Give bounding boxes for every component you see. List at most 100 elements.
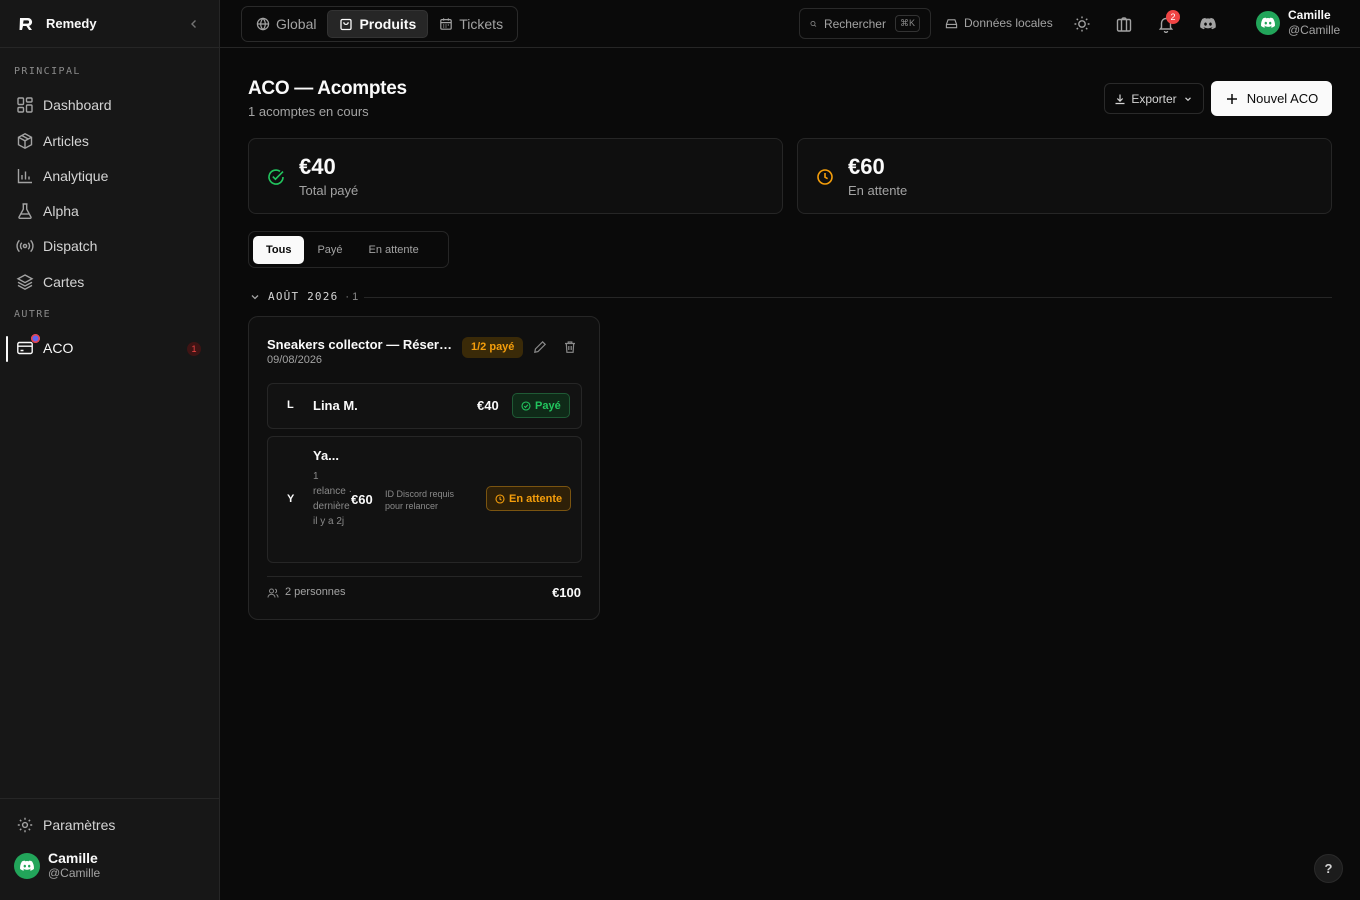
search-icon xyxy=(810,20,817,27)
search-button[interactable]: Rechercher ⌘K xyxy=(799,8,931,39)
sidebar-item-cartes[interactable]: Cartes xyxy=(8,266,211,298)
calendar-icon xyxy=(440,18,453,30)
discord-icon[interactable] xyxy=(1199,15,1217,33)
sidebar-item-parametres[interactable]: Paramètres xyxy=(8,809,211,841)
filter-paye[interactable]: Payé xyxy=(304,236,355,264)
clock-icon xyxy=(495,493,505,504)
tab-produits[interactable]: Produits xyxy=(327,10,429,38)
layers-icon xyxy=(16,274,34,290)
stat-value: €40 xyxy=(299,154,336,179)
tab-label: Global xyxy=(276,16,317,32)
section-label-principal: PRINCIPAL xyxy=(14,66,81,77)
local-data-label: Données locales xyxy=(964,16,1053,30)
tab-global[interactable]: Global xyxy=(245,10,327,38)
top-user-menu[interactable]: Camille @Camille xyxy=(1256,8,1340,38)
status-label: En attente xyxy=(509,492,563,505)
new-aco-button[interactable]: Nouvel ACO xyxy=(1211,81,1332,116)
aco-card[interactable]: Sneakers collector — Réservation 09/08/2… xyxy=(248,316,600,620)
payment-progress-badge: 1/2 payé xyxy=(462,337,524,358)
tab-tickets[interactable]: Tickets xyxy=(428,10,514,38)
export-label: Exporter xyxy=(1131,91,1177,106)
card-divider xyxy=(267,576,582,577)
people-count: 2 personnes xyxy=(285,586,346,598)
aco-total: €100 xyxy=(552,585,581,600)
person-initial: L xyxy=(287,399,294,411)
section-label-autre: AUTRE xyxy=(14,309,52,320)
sidebar-item-label: Paramètres xyxy=(43,817,116,833)
gear-icon xyxy=(17,817,33,833)
reminder-info: 1 relance · dernière il y a 2j xyxy=(313,471,352,527)
brand-header: Remedy xyxy=(0,0,219,48)
person-amount: €40 xyxy=(477,398,499,413)
chevron-down-icon xyxy=(251,294,259,299)
sidebar-item-label: ACO xyxy=(43,340,74,356)
sun-icon[interactable] xyxy=(1073,15,1091,33)
help-button[interactable]: ? xyxy=(1314,854,1343,883)
pencil-icon[interactable] xyxy=(533,340,547,354)
broadcast-icon xyxy=(16,239,34,253)
status-label: Payé xyxy=(535,399,561,412)
trash-icon[interactable] xyxy=(563,340,577,354)
user-name: Camille xyxy=(1288,8,1331,22)
users-icon xyxy=(267,588,279,598)
top-bar: Global Produits Tickets Rechercher ⌘K Do… xyxy=(220,0,1360,48)
group-header[interactable]: AOÛT 2026 · 1 xyxy=(249,290,358,303)
sidebar-item-dashboard[interactable]: Dashboard xyxy=(8,89,211,121)
sidebar-item-label: Analytique xyxy=(43,168,109,184)
discord-required-note: ID Discord requis pour relancer xyxy=(385,489,455,511)
sidebar-item-alpha[interactable]: Alpha xyxy=(8,195,211,227)
sidebar: Remedy PRINCIPAL Dashboard Articles Anal… xyxy=(0,0,220,900)
shopping-bag-icon xyxy=(340,18,353,31)
sidebar-item-label: Alpha xyxy=(43,203,79,219)
gift-icon[interactable] xyxy=(1115,15,1133,33)
sidebar-item-dispatch[interactable]: Dispatch xyxy=(8,230,211,262)
page-title: ACO — Acomptes xyxy=(248,78,407,99)
aco-date: 09/08/2026 xyxy=(267,354,323,366)
group-count: · 1 xyxy=(345,290,359,303)
user-handle: @Camille xyxy=(1288,23,1341,37)
stat-label: En attente xyxy=(848,183,908,198)
user-handle: @Camille xyxy=(48,866,101,880)
search-label: Rechercher xyxy=(823,16,886,31)
collapse-sidebar-icon[interactable] xyxy=(187,17,201,31)
aco-title: Sneakers collector — Réservation xyxy=(267,337,453,352)
stat-value: €60 xyxy=(848,154,885,179)
person-row[interactable]: Y Ya... 1 relance · dernière il y a 2j €… xyxy=(267,436,582,563)
clock-icon xyxy=(817,169,833,185)
filter-en-attente[interactable]: En attente xyxy=(356,236,432,264)
discord-icon xyxy=(1261,17,1275,28)
filter-tous[interactable]: Tous xyxy=(253,236,305,264)
export-button[interactable]: Exporter xyxy=(1104,83,1204,114)
check-circle-icon xyxy=(521,400,531,411)
group-title: AOÛT 2026 xyxy=(268,290,339,303)
tab-label: Produits xyxy=(359,16,417,32)
person-name: Ya... xyxy=(313,448,340,463)
hard-drive-icon xyxy=(945,18,958,28)
download-icon xyxy=(1115,94,1125,104)
stat-card-paid: €40 Total payé xyxy=(248,138,783,214)
group-divider xyxy=(364,297,1332,298)
box-icon xyxy=(17,133,33,149)
tab-label: Tickets xyxy=(459,16,504,32)
plus-icon xyxy=(1226,93,1237,104)
flask-icon xyxy=(18,203,32,219)
person-name: Lina M. xyxy=(313,398,358,413)
aco-count-badge: 1 xyxy=(187,342,201,356)
local-data-button[interactable]: Données locales xyxy=(945,16,1053,30)
globe-icon xyxy=(256,17,270,31)
avatar xyxy=(14,852,40,879)
person-amount: €60 xyxy=(351,492,373,507)
sidebar-item-analytique[interactable]: Analytique xyxy=(8,160,211,192)
sidebar-item-label: Dashboard xyxy=(43,97,112,113)
sidebar-item-articles[interactable]: Articles xyxy=(8,125,211,157)
avatar xyxy=(1256,11,1280,35)
unread-dot xyxy=(31,334,40,343)
discord-icon xyxy=(20,860,34,871)
person-row[interactable]: L Lina M. €40 Payé xyxy=(267,383,582,429)
user-name: Camille xyxy=(48,850,98,866)
page-subtitle: 1 acomptes en cours xyxy=(248,104,369,119)
sidebar-item-label: Dispatch xyxy=(43,238,98,254)
sidebar-user[interactable]: Camille @Camille xyxy=(14,850,100,881)
stat-card-pending: €60 En attente xyxy=(797,138,1332,214)
status-filter: Tous Payé En attente xyxy=(248,231,449,268)
